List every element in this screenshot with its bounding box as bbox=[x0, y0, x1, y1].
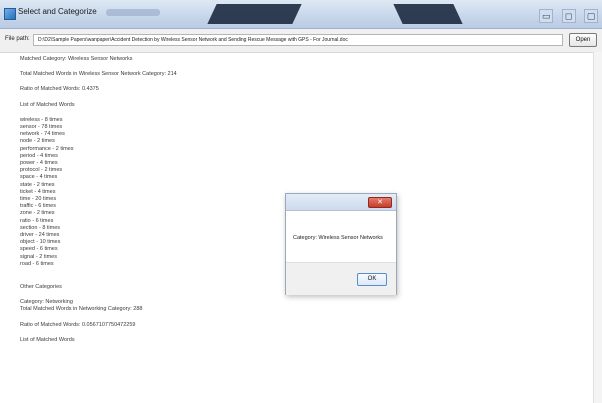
app-icon bbox=[4, 8, 16, 20]
open-button[interactable]: Open bbox=[569, 33, 597, 47]
dialog-message: Category: Wireless Sensor Networks bbox=[293, 235, 383, 241]
other-category-line: Category: Networking bbox=[20, 299, 73, 306]
file-path-label: File path: bbox=[5, 36, 30, 42]
minimize-button[interactable]: ▭ bbox=[539, 9, 554, 23]
word-item: node - 2 times bbox=[20, 138, 55, 145]
title-bar: Select and Categorize ▭ ◻ ▢ bbox=[0, 0, 602, 29]
title-decoration-right bbox=[393, 4, 463, 24]
other-total-line: Total Matched Words in Networking Catego… bbox=[20, 306, 143, 313]
close-button[interactable]: ▢ bbox=[584, 9, 598, 23]
total-matched-words-line: Total Matched Words in Wireless Sensor N… bbox=[20, 71, 177, 78]
list-header: List of Matched Words bbox=[20, 101, 75, 108]
vertical-scrollbar[interactable] bbox=[593, 52, 602, 403]
file-path-input[interactable]: D:\D2\Sample Papers\wanpaper\Accident De… bbox=[33, 34, 563, 46]
matched-category-line: Matched Category: Wireless Sensor Networ… bbox=[20, 56, 133, 62]
ok-button[interactable]: OK bbox=[357, 273, 387, 286]
other-list-header: List of Matched Words bbox=[20, 336, 75, 343]
dialog-close-button[interactable]: ✕ bbox=[368, 197, 392, 208]
other-ratio-line: Ratio of Matched Words: 0.05671077504722… bbox=[20, 321, 136, 328]
word-item: performance - 2 times bbox=[20, 145, 74, 152]
word-item: space - 4 times bbox=[20, 174, 58, 181]
category-dialog: ✕ Category: Wireless Sensor Networks OK bbox=[285, 193, 397, 295]
dialog-title-bar: ✕ bbox=[286, 194, 396, 211]
word-item: network - 74 times bbox=[20, 131, 65, 138]
word-item: sensor - 78 times bbox=[20, 124, 63, 131]
window-title: Select and Categorize bbox=[18, 7, 97, 16]
file-path-bar: File path: D:\D2\Sample Papers\wanpaper\… bbox=[0, 29, 602, 53]
title-blurred-region bbox=[106, 9, 160, 16]
maximize-button[interactable]: ◻ bbox=[561, 9, 576, 23]
word-item: state - 2 times bbox=[20, 181, 55, 188]
window-controls: ▭ ◻ ▢ bbox=[535, 6, 598, 24]
word-item: protocol - 2 times bbox=[20, 167, 63, 174]
ratio-line: Ratio of Matched Words: 0.4375 bbox=[20, 86, 99, 93]
word-item: power - 4 times bbox=[20, 160, 58, 167]
word-item: period - 4 times bbox=[20, 152, 58, 159]
word-item: wireless - 8 times bbox=[20, 116, 63, 123]
title-decoration-left bbox=[207, 4, 302, 24]
